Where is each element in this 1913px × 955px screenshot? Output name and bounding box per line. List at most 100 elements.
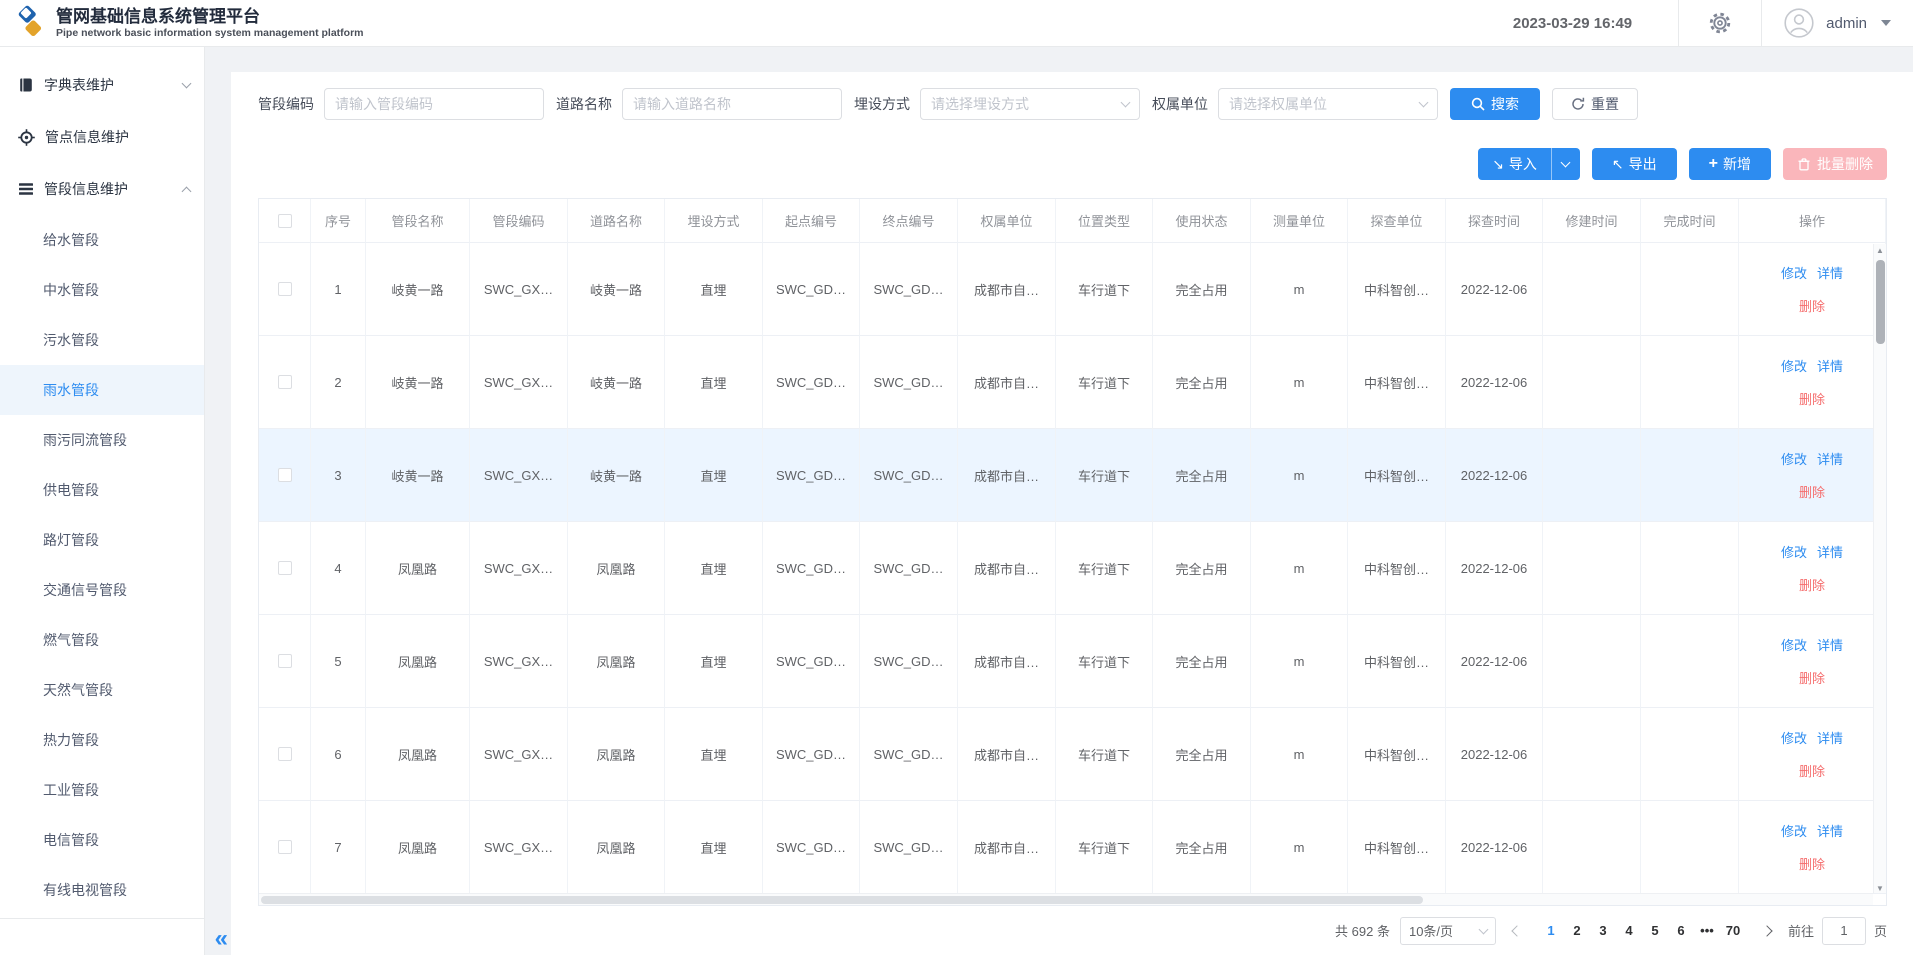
edit-link[interactable]: 修改	[1781, 263, 1807, 282]
column-header: 测量单位	[1251, 199, 1348, 243]
user-menu[interactable]: admin	[1762, 0, 1913, 47]
sidebar-subitem[interactable]: 供电管段	[0, 465, 204, 515]
scroll-up-icon[interactable]: ▲	[1874, 246, 1886, 255]
delete-link[interactable]: 删除	[1799, 575, 1825, 594]
row-actions-cell: 修改详情删除	[1739, 429, 1886, 522]
delete-link[interactable]: 删除	[1799, 296, 1825, 315]
table-row[interactable]: 4凤凰路SWC_GX…凤凰路直埋SWC_GD…SWC_GD…成都市自…车行道下完…	[259, 522, 1886, 615]
add-button[interactable]: + 新增	[1689, 148, 1771, 180]
row-checkbox[interactable]	[278, 375, 292, 389]
horizontal-scrollbar-thumb[interactable]	[261, 896, 1423, 904]
horizontal-scrollbar[interactable]	[259, 893, 1873, 905]
edit-link[interactable]: 修改	[1781, 542, 1807, 561]
import-dropdown-button[interactable]	[1552, 148, 1580, 180]
edit-link[interactable]: 修改	[1781, 449, 1807, 468]
settings-button[interactable]	[1678, 0, 1762, 47]
column-header: 管段编码	[470, 199, 568, 243]
detail-link[interactable]: 详情	[1817, 449, 1843, 468]
sidebar-subitem[interactable]: 工业管段	[0, 765, 204, 815]
detail-link[interactable]: 详情	[1817, 635, 1843, 654]
detail-link[interactable]: 详情	[1817, 356, 1843, 375]
prev-page-button[interactable]	[1506, 917, 1528, 945]
sidebar-item-pipe-points[interactable]: 管点信息维护	[0, 111, 204, 163]
row-checkbox[interactable]	[278, 561, 292, 575]
road-name-input[interactable]	[622, 88, 842, 120]
sidebar-item-dictionary[interactable]: 字典表维护	[0, 59, 204, 111]
import-button[interactable]: ↘ 导入	[1478, 148, 1552, 180]
page-number-button[interactable]: 5	[1642, 917, 1668, 945]
reset-button[interactable]: 重置	[1552, 88, 1638, 120]
sidebar-subitem[interactable]: 燃气管段	[0, 615, 204, 665]
delete-link[interactable]: 删除	[1799, 668, 1825, 687]
edit-link[interactable]: 修改	[1781, 821, 1807, 840]
sidebar-collapse-button[interactable]: «	[215, 925, 228, 953]
cell-unit: m	[1251, 801, 1348, 894]
page-number-button[interactable]: 3	[1590, 917, 1616, 945]
sidebar-subitem[interactable]: 交通信号管段	[0, 565, 204, 615]
row-actions-cell: 修改详情删除	[1739, 336, 1886, 429]
row-checkbox[interactable]	[278, 747, 292, 761]
sidebar-subitem[interactable]: 天然气管段	[0, 665, 204, 715]
table-row[interactable]: 6凤凰路SWC_GX…凤凰路直埋SWC_GD…SWC_GD…成都市自…车行道下完…	[259, 708, 1886, 801]
sidebar-subitem[interactable]: 电信管段	[0, 815, 204, 865]
cell-start: SWC_GD…	[763, 336, 860, 429]
owner-unit-select[interactable]: 请选择权属单位	[1218, 88, 1438, 120]
detail-link[interactable]: 详情	[1817, 728, 1843, 747]
page-number-button[interactable]: 1	[1538, 917, 1564, 945]
table-row[interactable]: 2岐黄一路SWC_GX…岐黄一路直埋SWC_GD…SWC_GD…成都市自…车行道…	[259, 336, 1886, 429]
row-checkbox[interactable]	[278, 282, 292, 296]
page-size-select[interactable]: 10条/页	[1400, 917, 1496, 945]
page-number-button[interactable]: 70	[1720, 917, 1746, 945]
table-row[interactable]: 1岐黄一路SWC_GX…岐黄一路直埋SWC_GD…SWC_GD…成都市自…车行道…	[259, 243, 1886, 336]
detail-link[interactable]: 详情	[1817, 542, 1843, 561]
sidebar-subitem[interactable]: 污水管段	[0, 315, 204, 365]
export-button[interactable]: ↖ 导出	[1592, 148, 1677, 180]
segment-code-input[interactable]	[324, 88, 544, 120]
delete-link[interactable]: 删除	[1799, 482, 1825, 501]
table-row[interactable]: 5凤凰路SWC_GX…凤凰路直埋SWC_GD…SWC_GD…成都市自…车行道下完…	[259, 615, 1886, 708]
page-number-button[interactable]: 2	[1564, 917, 1590, 945]
batch-delete-button[interactable]: 批量删除	[1783, 148, 1887, 180]
page-number-button[interactable]: 4	[1616, 917, 1642, 945]
row-checkbox[interactable]	[278, 468, 292, 482]
edit-link[interactable]: 修改	[1781, 356, 1807, 375]
cell-build_date	[1543, 522, 1641, 615]
page-number-button[interactable]: 6	[1668, 917, 1694, 945]
scroll-down-icon[interactable]: ▼	[1874, 884, 1886, 893]
sidebar-subitem[interactable]: 给水管段	[0, 215, 204, 265]
sidebar-subitem[interactable]: 中水管段	[0, 265, 204, 315]
row-checkbox[interactable]	[278, 654, 292, 668]
sidebar-subitem[interactable]: 路灯管段	[0, 515, 204, 565]
book-icon	[18, 77, 34, 93]
cell-name: 凤凰路	[366, 708, 470, 801]
row-checkbox[interactable]	[278, 840, 292, 854]
edit-link[interactable]: 修改	[1781, 728, 1807, 747]
cell-finish_date	[1641, 615, 1739, 708]
search-button[interactable]: 搜索	[1450, 88, 1540, 120]
page-ellipsis[interactable]: •••	[1694, 917, 1720, 945]
sidebar-subitem[interactable]: 雨水管段	[0, 365, 204, 415]
cell-build_date	[1543, 615, 1641, 708]
vertical-scrollbar-thumb[interactable]	[1876, 260, 1885, 344]
goto-page-input[interactable]	[1822, 917, 1866, 945]
sidebar-subitem[interactable]: 热力管段	[0, 715, 204, 765]
vertical-scrollbar[interactable]: ▲ ▼	[1873, 244, 1886, 893]
edit-link[interactable]: 修改	[1781, 635, 1807, 654]
delete-link[interactable]: 删除	[1799, 854, 1825, 873]
delete-link[interactable]: 删除	[1799, 389, 1825, 408]
cell-unit: m	[1251, 336, 1348, 429]
next-page-button[interactable]	[1756, 917, 1778, 945]
sidebar-subitem[interactable]: 有线电视管段	[0, 865, 204, 915]
cell-survey_date: 2022-12-06	[1446, 336, 1543, 429]
delete-link[interactable]: 删除	[1799, 761, 1825, 780]
table-row[interactable]: 7凤凰路SWC_GX…凤凰路直埋SWC_GD…SWC_GD…成都市自…车行道下完…	[259, 801, 1886, 894]
bury-method-select[interactable]: 请选择埋设方式	[920, 88, 1140, 120]
sidebar-subitem[interactable]: 雨污同流管段	[0, 415, 204, 465]
cell-position: 车行道下	[1056, 708, 1153, 801]
select-all-checkbox[interactable]	[278, 214, 292, 228]
sidebar-item-pipe-segments[interactable]: 管段信息维护	[0, 163, 204, 215]
table-row[interactable]: 3岐黄一路SWC_GX…岐黄一路直埋SWC_GD…SWC_GD…成都市自…车行道…	[259, 429, 1886, 522]
detail-link[interactable]: 详情	[1817, 821, 1843, 840]
detail-link[interactable]: 详情	[1817, 263, 1843, 282]
app-subtitle: Pipe network basic information system ma…	[56, 27, 364, 39]
